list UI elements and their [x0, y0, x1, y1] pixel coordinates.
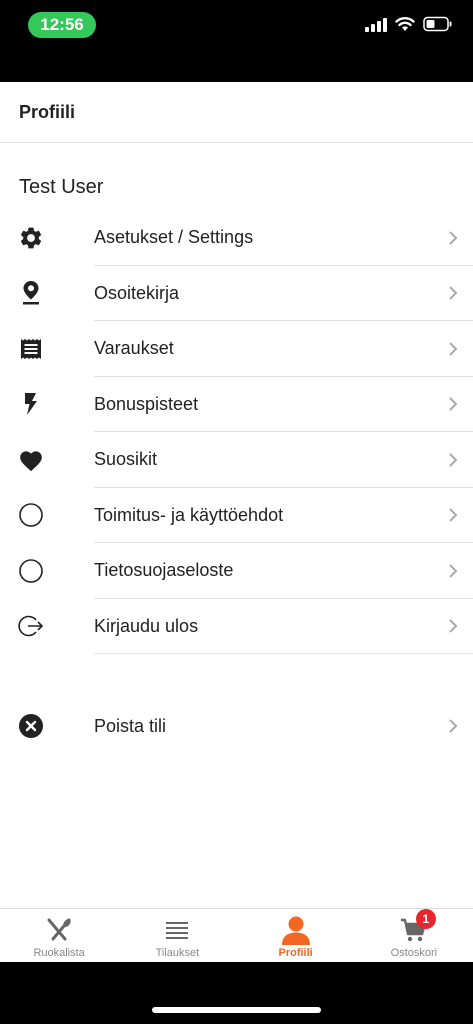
cart-badge: 1: [415, 909, 436, 929]
lightning-icon: [17, 390, 45, 418]
logout-icon: [17, 612, 45, 640]
chevron-right-icon: [449, 453, 458, 467]
status-bar: 12:56: [0, 0, 473, 82]
menu-item-label: Kirjaudu ulos: [94, 615, 199, 636]
circle-outline-icon: [17, 557, 45, 585]
home-indicator[interactable]: [152, 1007, 321, 1013]
tab-label: Profiili: [278, 947, 313, 959]
profile-menu: Asetukset / Settings Osoitekirja Varauks…: [0, 210, 473, 654]
tab-cart[interactable]: 1 Ostoskori: [355, 909, 473, 962]
menu-item-bonus-points[interactable]: Bonuspisteet: [0, 377, 473, 432]
menu-item-logout[interactable]: Kirjaudu ulos: [0, 599, 473, 654]
menu-item-settings[interactable]: Asetukset / Settings: [0, 210, 473, 266]
close-circle-icon: [17, 712, 45, 740]
fork-knife-icon: [43, 915, 75, 945]
location-pin-icon: [17, 279, 45, 307]
menu-item-label: Varaukset: [94, 338, 174, 359]
cellular-signal-icon: [365, 16, 387, 32]
profile-screen: Profiili Test User Asetukset / Settings …: [0, 82, 473, 962]
menu-item-label: Tietosuojaseloste: [94, 560, 234, 581]
receipt-icon: [17, 335, 45, 363]
tab-menu[interactable]: Ruokalista: [0, 909, 118, 962]
chevron-right-icon: [449, 231, 458, 245]
page-title: Profiili: [19, 101, 76, 122]
user-name: Test User: [19, 176, 104, 198]
menu-item-reservations[interactable]: Varaukset: [0, 321, 473, 377]
menu-item-label: Asetukset / Settings: [94, 227, 254, 248]
battery-icon: [423, 16, 452, 32]
tab-orders[interactable]: Tilaukset: [118, 909, 236, 962]
wifi-icon: [395, 17, 415, 31]
person-icon: [280, 915, 312, 945]
tab-profile[interactable]: Profiili: [237, 909, 355, 962]
tab-label: Ruokalista: [33, 947, 85, 959]
chevron-right-icon: [449, 286, 458, 300]
chevron-right-icon: [449, 619, 458, 633]
menu-item-privacy-policy[interactable]: Tietosuojaseloste: [0, 543, 473, 599]
status-icons: [365, 16, 453, 32]
circle-outline-icon: [17, 501, 45, 529]
list-icon: [161, 915, 193, 945]
chevron-right-icon: [449, 564, 458, 578]
chevron-right-icon: [449, 397, 458, 411]
menu-item-label: Osoitekirja: [94, 282, 180, 303]
heart-icon: [17, 446, 45, 474]
menu-item-label: Bonuspisteet: [94, 393, 199, 414]
status-time: 12:56: [28, 12, 96, 38]
home-indicator-area: [0, 962, 473, 1024]
delete-account-label: Poista tili: [94, 715, 167, 736]
tab-label: Ostoskori: [390, 947, 438, 959]
header: Profiili: [0, 82, 473, 143]
tab-label: Tilaukset: [155, 947, 200, 959]
menu-item-label: Suosikit: [94, 449, 158, 470]
menu-item-terms[interactable]: Toimitus- ja käyttöehdot: [0, 488, 473, 543]
cart-icon: 1: [398, 909, 436, 945]
menu-item-label: Toimitus- ja käyttöehdot: [94, 504, 284, 525]
delete-account-button[interactable]: Poista tili: [0, 698, 473, 754]
gear-icon: [17, 224, 45, 252]
chevron-right-icon: [449, 719, 458, 733]
chevron-right-icon: [449, 508, 458, 522]
divider: [94, 653, 473, 654]
chevron-right-icon: [449, 342, 458, 356]
bottom-tab-bar: Ruokalista Tilaukset Profiili 1 Ostoskor…: [0, 908, 473, 962]
menu-item-address-book[interactable]: Osoitekirja: [0, 266, 473, 321]
menu-item-favorites[interactable]: Suosikit: [0, 432, 473, 488]
